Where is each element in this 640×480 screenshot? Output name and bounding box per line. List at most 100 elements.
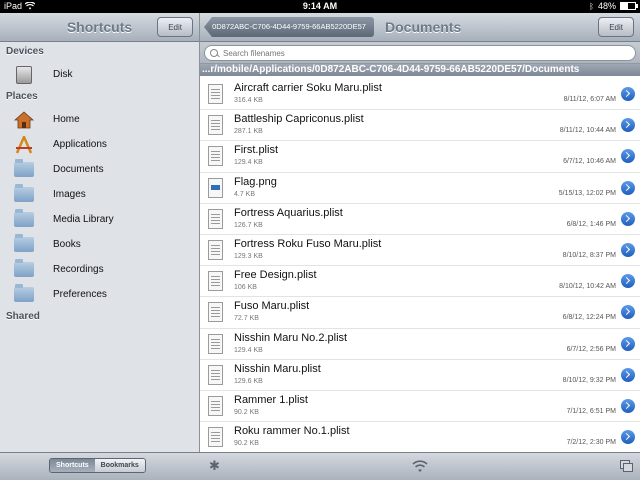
shortcut-label: Books: [53, 239, 81, 250]
file-date: 7/2/12, 2:30 PM: [566, 439, 616, 447]
shortcut-recordings[interactable]: Recordings: [0, 257, 199, 282]
gear-icon[interactable]: ✱: [209, 459, 221, 472]
detail-disclosure-icon[interactable]: [621, 398, 635, 413]
detail-disclosure-icon[interactable]: [621, 118, 635, 133]
plist-file-icon: [208, 302, 223, 323]
applications-icon: [13, 135, 35, 154]
image-file-icon: [208, 177, 223, 198]
battery-percent: 48%: [597, 1, 616, 11]
folder-icon: [13, 159, 35, 179]
windows-icon[interactable]: [620, 460, 633, 472]
detail-disclosure-icon[interactable]: [621, 430, 635, 445]
file-row[interactable]: Nisshin Maru No.2.plist 129.4 KB 6/7/12, 2…: [200, 329, 640, 360]
shortcut-label: Images: [53, 189, 86, 200]
file-row[interactable]: Roku rammer No.1.plist 90.2 KB 7/2/12, 2:3…: [200, 422, 640, 452]
file-size: 90.2 KB: [234, 408, 259, 416]
file-name: First.plist: [234, 144, 278, 157]
file-date: 5/15/13, 12:02 PM: [558, 189, 616, 197]
file-row[interactable]: Rammer 1.plist 90.2 KB 7/1/12, 6:51 PM: [200, 391, 640, 423]
file-name: Rammer 1.plist: [234, 393, 308, 406]
file-size: 90.2 KB: [234, 440, 259, 448]
file-size: 106 KB: [234, 284, 257, 292]
status-bar: iPad 9:14 AM ᛒ 48%: [0, 0, 640, 13]
detail-disclosure-icon[interactable]: [621, 149, 635, 164]
file-name: Aircraft carrier Soku Maru.plist: [234, 82, 382, 94]
file-row[interactable]: Aircraft carrier Soku Maru.plist 316.4 KB…: [200, 79, 640, 111]
tab-bookmarks[interactable]: Bookmarks: [94, 459, 145, 472]
file-row[interactable]: First.plist 129.4 KB 6/7/12, 10:46 AM: [200, 141, 640, 173]
tab-shortcuts[interactable]: Shortcuts: [50, 459, 95, 472]
file-name: Battleship Capriconus.plist: [234, 113, 364, 126]
bluetooth-icon: ᛒ: [589, 1, 594, 11]
shortcut-books[interactable]: Books: [0, 232, 199, 257]
file-row[interactable]: Free Design.plist 106 KB 8/10/12, 10:42 AM: [200, 266, 640, 298]
shortcut-label: Applications: [53, 139, 107, 150]
file-row[interactable]: Flag.png 4.7 KB 5/15/13, 12:02 PM: [200, 173, 640, 204]
search-input[interactable]: [204, 45, 636, 61]
file-row[interactable]: Fortress Aquarius.plist 126.7 KB 6/8/12, 1…: [200, 204, 640, 235]
status-time: 9:14 AM: [302, 1, 338, 11]
plist-file-icon: [208, 146, 223, 167]
plist-file-icon: [208, 427, 223, 448]
documents-bottom-bar: ✱: [200, 452, 640, 480]
shortcut-applications[interactable]: Applications: [0, 132, 199, 157]
detail-disclosure-icon[interactable]: [621, 87, 635, 101]
plist-file-icon: [208, 208, 223, 229]
shortcut-images[interactable]: Images: [0, 182, 199, 207]
detail-disclosure-icon[interactable]: [621, 180, 635, 195]
back-button[interactable]: 0D872ABC-C706-4D44-9759-66AB5220DE57: [204, 17, 374, 37]
plist-file-icon: [208, 364, 223, 385]
plist-file-icon: [208, 395, 223, 416]
shortcut-home[interactable]: Home: [0, 107, 199, 132]
shortcuts-edit-button[interactable]: Edit: [157, 17, 193, 37]
wifi-icon[interactable]: [412, 459, 428, 473]
file-row[interactable]: Fortress Roku Fuso Maru.plist 129.3 KB 8/1…: [200, 235, 640, 267]
file-row[interactable]: Fuso Maru.plist 72.7 KB 6/8/12, 12:24 PM: [200, 297, 640, 329]
file-name: Nisshin Maru No.2.plist: [234, 331, 348, 344]
file-size: 72.7 KB: [234, 315, 259, 323]
file-date: 6/7/12, 10:46 AM: [563, 158, 616, 166]
shortcuts-pane: Shortcuts Edit Devices Disk Places Home …: [0, 13, 200, 480]
detail-disclosure-icon[interactable]: [621, 367, 635, 382]
home-icon: [13, 110, 35, 129]
shortcut-label: Preferences: [53, 289, 107, 300]
file-date: 8/10/12, 8:37 PM: [562, 251, 616, 259]
documents-title: Documents: [385, 19, 462, 35]
shortcut-label: Disk: [53, 69, 73, 80]
shortcut-documents[interactable]: Documents: [0, 157, 199, 182]
file-row[interactable]: Battleship Capriconus.plist 287.1 KB 8/11/…: [200, 110, 640, 142]
file-size: 129.4 KB: [234, 159, 263, 167]
detail-disclosure-icon[interactable]: [621, 305, 635, 320]
shortcut-preferences[interactable]: Preferences: [0, 282, 199, 307]
file-row[interactable]: Nisshin Maru.plist 129.6 KB 8/10/12, 9:32 …: [200, 360, 640, 391]
shortcut-label: Home: [53, 114, 80, 125]
file-date: 6/8/12, 1:46 PM: [566, 220, 616, 228]
detail-disclosure-icon[interactable]: [621, 242, 635, 257]
detail-disclosure-icon[interactable]: [621, 274, 635, 289]
shortcut-label: Recordings: [53, 264, 104, 275]
file-date: 8/11/12, 6:07 AM: [563, 96, 616, 103]
plist-file-icon: [208, 115, 223, 136]
file-size: 129.6 KB: [234, 377, 263, 385]
media-folder-icon: [13, 209, 35, 229]
section-places: Places: [6, 91, 38, 102]
folder-icon: [13, 259, 35, 279]
shortcuts-bottom-bar: Shortcuts Bookmarks: [0, 452, 200, 480]
images-folder-icon: [13, 184, 35, 204]
file-date: 7/1/12, 6:51 PM: [566, 407, 616, 415]
file-name: Free Design.plist: [234, 269, 317, 282]
file-size: 4.7 KB: [234, 190, 256, 198]
documents-edit-button[interactable]: Edit: [598, 17, 634, 37]
shortcut-disk[interactable]: Disk: [0, 62, 199, 87]
section-devices: Devices: [6, 46, 44, 57]
plist-file-icon: [208, 271, 223, 292]
detail-disclosure-icon[interactable]: [621, 211, 635, 226]
plist-file-icon: [208, 84, 223, 104]
file-date: 8/10/12, 10:42 AM: [559, 283, 616, 291]
plist-file-icon: [208, 333, 223, 354]
detail-disclosure-icon[interactable]: [621, 336, 635, 351]
shortcut-media-library[interactable]: Media Library: [0, 207, 199, 232]
path-bar: ...r/mobile/Applications/0D872ABC-C706-4…: [200, 64, 640, 76]
shortcuts-navbar: Shortcuts Edit: [0, 13, 199, 42]
documents-navbar: 0D872ABC-C706-4D44-9759-66AB5220DE57 Doc…: [200, 13, 640, 42]
